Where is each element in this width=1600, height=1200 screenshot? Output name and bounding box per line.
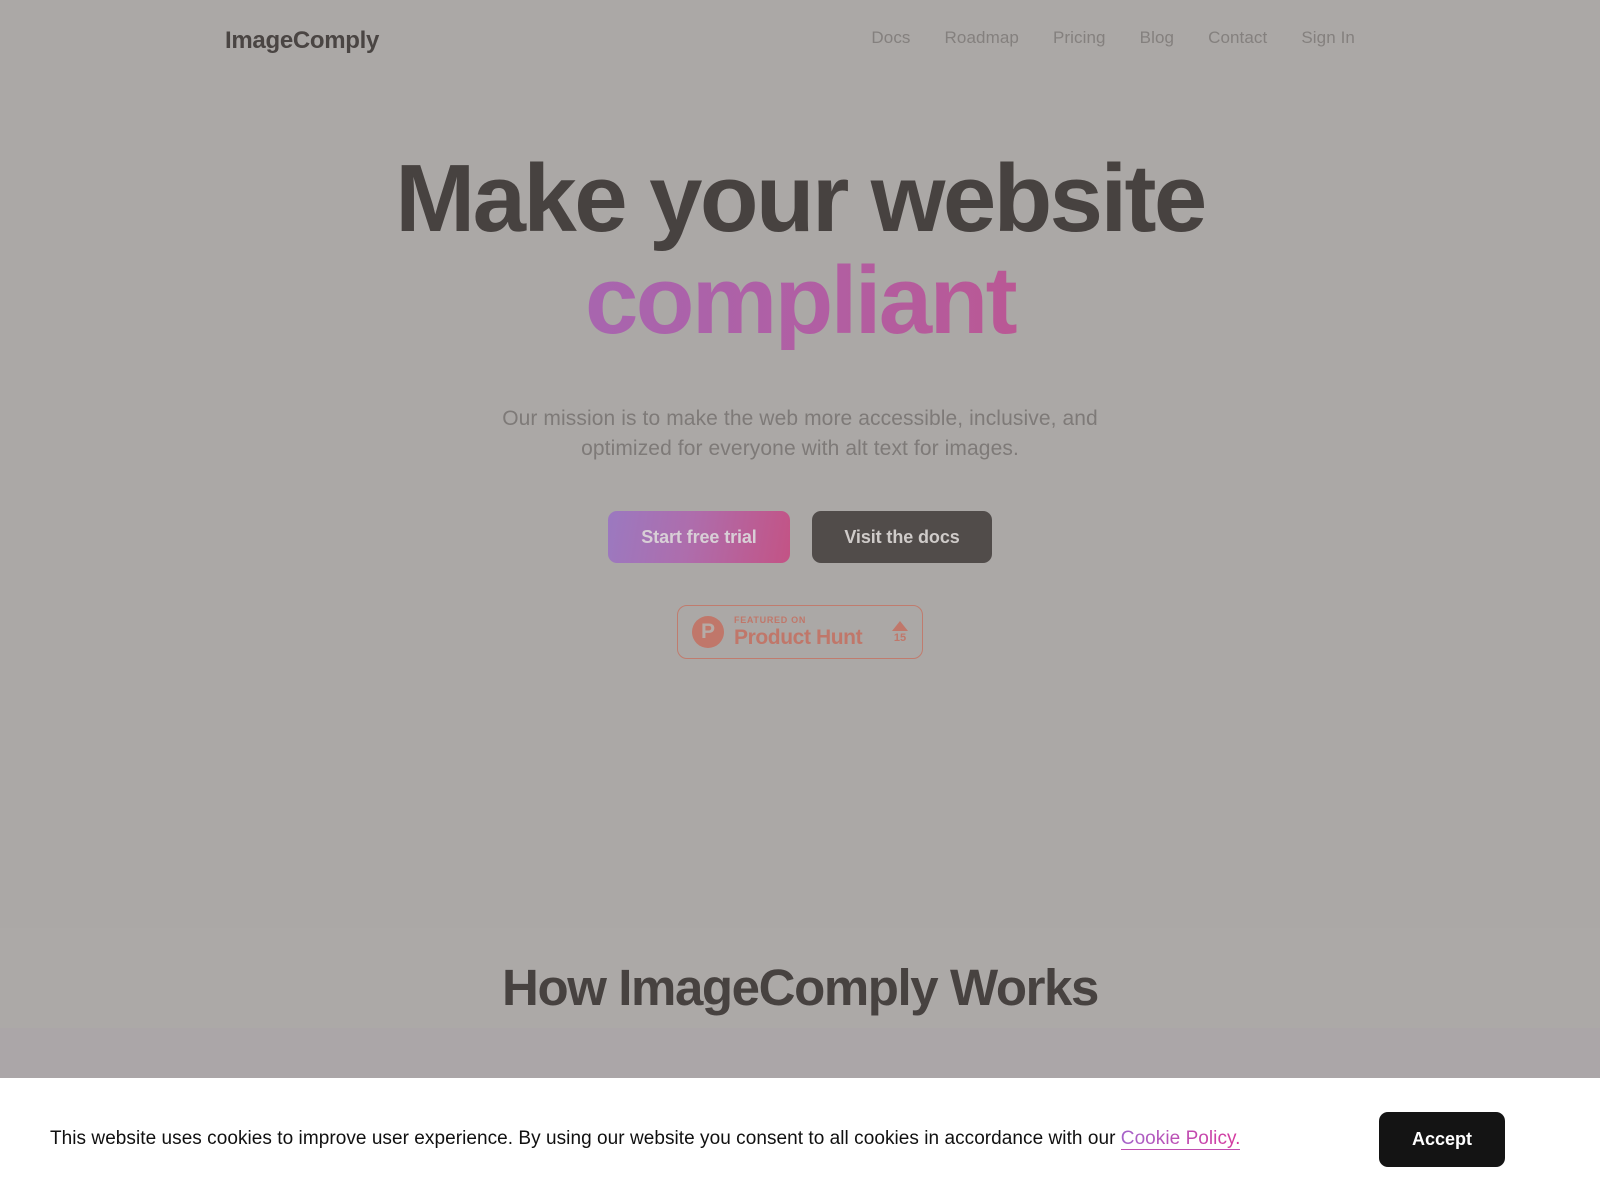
- page-root: ImageComply Docs Roadmap Pricing Blog Co…: [0, 0, 1600, 1200]
- product-hunt-name: Product Hunt: [734, 625, 863, 649]
- accept-cookies-button[interactable]: Accept: [1379, 1111, 1505, 1167]
- main-navigation: Docs Roadmap Pricing Blog Contact Sign I…: [871, 28, 1355, 48]
- nav-link-pricing[interactable]: Pricing: [1053, 28, 1106, 48]
- cookie-policy-link[interactable]: Cookie Policy.: [1120, 1128, 1241, 1150]
- nav-link-sign-in[interactable]: Sign In: [1301, 28, 1355, 48]
- hero-cta-group: Start free trial Visit the docs: [0, 511, 1600, 564]
- start-free-trial-button[interactable]: Start free trial: [608, 511, 790, 564]
- hero-section: Make your website compliant Our mission …: [0, 150, 1600, 660]
- page-title: Make your website compliant: [0, 150, 1600, 350]
- hero-subtitle-line-2: optimized for everyone with alt text for…: [581, 436, 1019, 460]
- hero-subtitle: Our mission is to make the web more acce…: [0, 404, 1600, 464]
- product-hunt-upvote-group[interactable]: 15: [892, 620, 908, 644]
- brand-logo[interactable]: ImageComply: [225, 27, 379, 55]
- hero-subtitle-line-1: Our mission is to make the web more acce…: [502, 406, 1098, 430]
- nav-link-contact[interactable]: Contact: [1208, 28, 1267, 48]
- nav-link-docs[interactable]: Docs: [871, 28, 910, 48]
- product-hunt-icon: P: [692, 616, 724, 649]
- product-hunt-featured-label: FEATURED ON: [734, 614, 807, 625]
- product-hunt-upvote-count: 15: [893, 631, 907, 644]
- hero-title-gradient-word: compliant: [0, 251, 1600, 350]
- site-header: ImageComply Docs Roadmap Pricing Blog Co…: [0, 0, 1600, 80]
- visit-the-docs-button[interactable]: Visit the docs: [812, 511, 992, 564]
- product-hunt-label-group: FEATURED ON Product Hunt: [734, 614, 892, 649]
- upvote-arrow-icon: [892, 620, 908, 631]
- background-band-lower: [0, 1028, 1600, 1080]
- product-hunt-logo-letter: P: [700, 619, 715, 643]
- cookie-consent-message: This website uses cookies to improve use…: [50, 1128, 1121, 1149]
- cookie-consent-banner: This website uses cookies to improve use…: [0, 1078, 1600, 1200]
- cookie-consent-text: This website uses cookies to improve use…: [50, 1128, 1241, 1150]
- product-hunt-badge[interactable]: P FEATURED ON Product Hunt 15: [677, 605, 923, 660]
- nav-link-roadmap[interactable]: Roadmap: [945, 28, 1019, 48]
- how-it-works-heading: How ImageComply Works: [502, 959, 1099, 1016]
- nav-link-blog[interactable]: Blog: [1140, 28, 1174, 48]
- hero-title-line-1: Make your website: [395, 145, 1207, 252]
